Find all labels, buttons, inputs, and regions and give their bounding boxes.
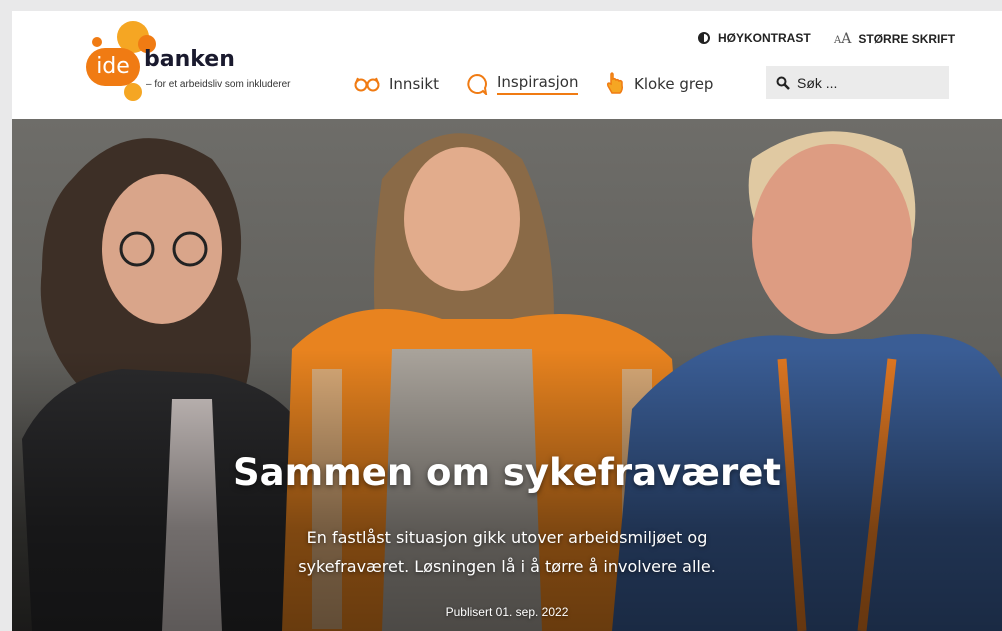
speech-bubble-icon [467, 73, 488, 95]
published-date: Publisert 01. sep. 2022 [445, 605, 569, 619]
high-contrast-label: HØYKONTRAST [718, 31, 811, 45]
contrast-icon [698, 32, 710, 44]
site-header: ide banken – for et arbeidsliv som inklu… [12, 11, 1002, 119]
glasses-icon [354, 77, 380, 92]
browser-viewport: ide banken – for et arbeidsliv som inklu… [12, 11, 1002, 631]
search-icon [776, 76, 790, 90]
logo-dot [92, 37, 102, 47]
nav-item-inspirasjon[interactable]: Inspirasjon [466, 69, 579, 99]
idebanken-logo[interactable]: ide banken – for et arbeidsliv som inklu… [86, 21, 316, 101]
nav-item-kloke-grep[interactable]: Kloke grep [605, 69, 713, 99]
nav-item-label: Inspirasjon [497, 73, 579, 95]
logo-tagline: – for et arbeidsliv som inkluderer [146, 79, 291, 90]
nav-item-innsikt[interactable]: Innsikt [354, 69, 439, 99]
hero-title: Sammen om sykefraværet [233, 451, 781, 494]
hand-pointing-icon [606, 72, 623, 94]
search-input[interactable]: Søk ... [766, 66, 949, 99]
logo-dot [124, 83, 142, 101]
font-size-icon: AA [834, 31, 852, 47]
search-placeholder: Søk ... [797, 74, 838, 91]
larger-text-toggle[interactable]: AA STØRRE SKRIFT [834, 31, 955, 47]
larger-text-label: STØRRE SKRIFT [858, 32, 956, 46]
nav-item-label: Innsikt [389, 75, 439, 93]
logo-badge: ide [86, 48, 140, 86]
logo-wordmark: banken [144, 47, 235, 72]
nav-item-label: Kloke grep [634, 75, 714, 93]
hero-lead: En fastlåst situasjon gikk utover arbeid… [298, 528, 716, 576]
hero-banner: Sammen om sykefraværet En fastlåst situa… [12, 119, 1002, 631]
high-contrast-toggle[interactable]: HØYKONTRAST [698, 31, 811, 45]
